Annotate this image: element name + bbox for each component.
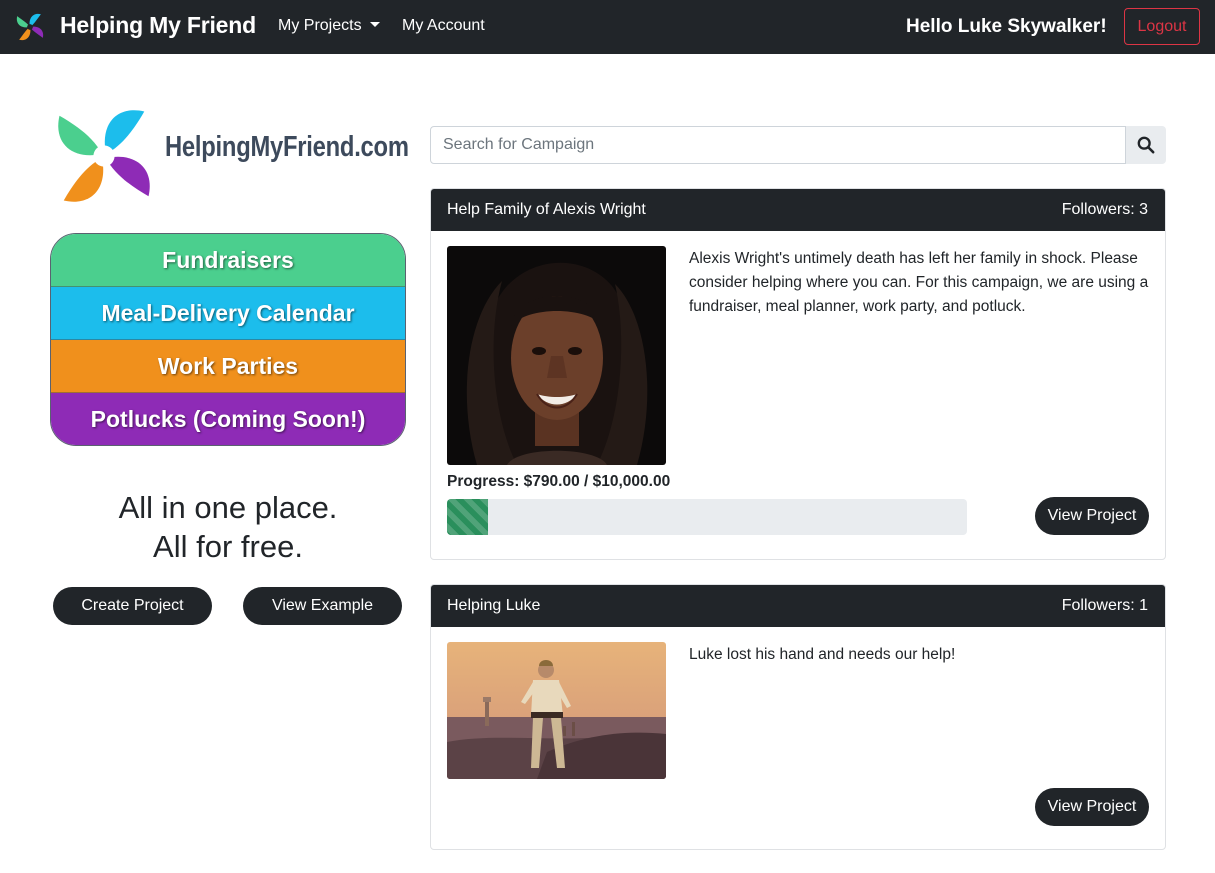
view-project-button[interactable]: View Project <box>1035 788 1149 826</box>
campaign-progress-fill <box>447 499 489 535</box>
campaign-progress-bar <box>447 499 967 535</box>
campaign-description: Alexis Wright's untimely death has left … <box>689 250 1149 315</box>
view-example-button[interactable]: View Example <box>243 587 402 625</box>
tagline-line-1: All in one place. <box>118 490 338 525</box>
campaign-card-header: Helping Luke Followers: 1 <box>431 585 1165 627</box>
tagline-line-2: All for free. <box>153 529 303 564</box>
campaign-portrait-image <box>447 246 666 465</box>
campaign-description: Luke lost his hand and needs our help! <box>689 646 956 663</box>
campaign-card: Helping Luke Followers: 1 Luke lost his … <box>430 584 1166 850</box>
campaign-title: Help Family of Alexis Wright <box>447 201 646 218</box>
campaign-title: Helping Luke <box>447 597 541 614</box>
helpingmyfriend-logo-icon <box>58 110 150 202</box>
search-button[interactable] <box>1126 126 1166 164</box>
nav-my-projects-label: My Projects <box>278 17 362 34</box>
logout-button[interactable]: Logout <box>1124 8 1200 45</box>
campaign-progress-label: Progress: $790.00 / $10,000.00 <box>447 473 671 490</box>
nav-my-projects-dropdown[interactable]: My Projects <box>278 17 380 35</box>
campaign-desert-image <box>447 642 666 779</box>
feature-meal-delivery-calendar: Meal-Delivery Calendar <box>51 287 405 340</box>
logo-wordmark: HelpingMyFriend.com <box>165 131 409 163</box>
campaign-followers: Followers: 1 <box>1061 597 1148 614</box>
tagline: All in one place. All for free. <box>50 488 406 566</box>
view-project-button[interactable]: View Project <box>1035 497 1149 535</box>
feature-potlucks: Potlucks (Coming Soon!) <box>51 393 405 445</box>
navbar: Helping My Friend My Projects My Account… <box>0 0 1215 54</box>
campaign-card: Help Family of Alexis Wright Followers: … <box>430 188 1166 560</box>
campaign-search-input[interactable] <box>430 126 1126 164</box>
caret-down-icon <box>369 22 380 27</box>
user-greeting: Hello Luke Skywalker! <box>906 16 1107 37</box>
create-project-button[interactable]: Create Project <box>53 587 212 625</box>
campaign-followers: Followers: 3 <box>1061 201 1148 218</box>
feature-fundraisers: Fundraisers <box>51 234 405 287</box>
campaign-card-header: Help Family of Alexis Wright Followers: … <box>431 189 1165 231</box>
search-icon <box>1137 136 1155 154</box>
nav-my-account[interactable]: My Account <box>402 17 485 35</box>
feature-work-parties: Work Parties <box>51 340 405 393</box>
brand-name[interactable]: Helping My Friend <box>60 12 256 39</box>
brand-logo-icon[interactable] <box>14 11 46 43</box>
feature-list: Fundraisers Meal-Delivery Calendar Work … <box>50 233 406 446</box>
